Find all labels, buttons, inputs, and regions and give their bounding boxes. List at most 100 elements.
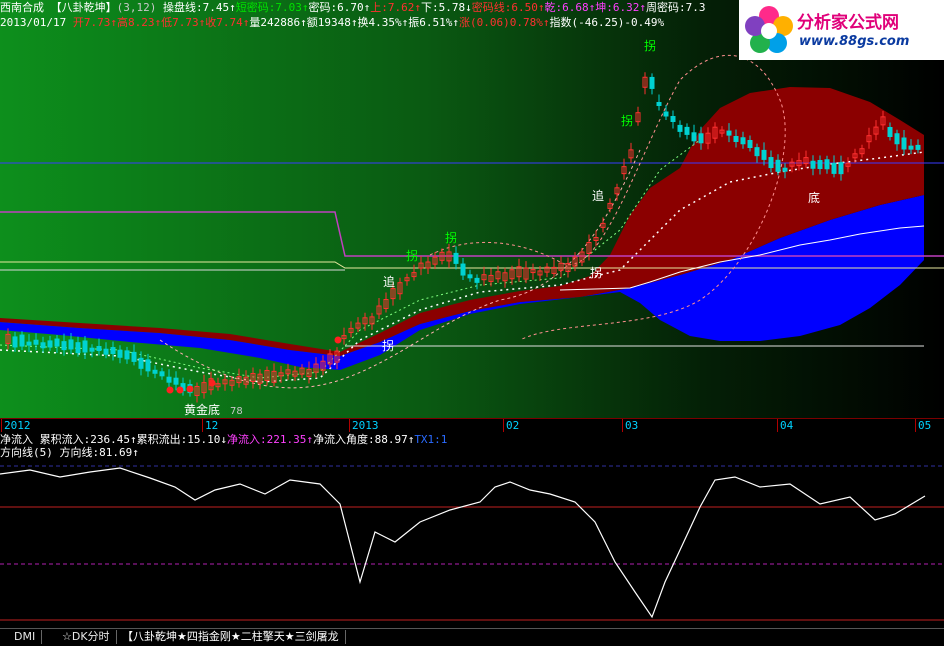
candle-body (40, 342, 46, 349)
tab-dk-timeshare[interactable]: ☆DK分时 (56, 630, 117, 644)
indicator-header-1: 净流入 累积流入:236.45↑累积流出:15.10↓净流入:221.35↑净流… (0, 433, 447, 446)
candle-body (47, 340, 53, 348)
header-line1-item: 下:5.78↓ (420, 1, 472, 14)
indicator-line1-item: 累积流入:236.45↑ (39, 433, 137, 446)
logo-url: www.88gs.com (799, 34, 910, 49)
axis-label: 2012 (1, 419, 31, 432)
candle-body (817, 160, 823, 169)
candle-body (75, 342, 81, 354)
annotation-chase: 追 (592, 188, 604, 203)
indicator-line1-item: 净流入:221.35↑ (226, 433, 313, 446)
annotation-chase: 追 (383, 274, 395, 289)
candle-body (670, 116, 676, 122)
header-line2-item: 指数(-46.25)-0.49% (549, 16, 665, 29)
candle-body (33, 339, 39, 345)
header-line-2: 2013/01/17 开7.73↑高8.23↑低7.73↑收7.74↑量2428… (0, 16, 664, 29)
candle-body (117, 349, 123, 358)
candle-body (173, 377, 179, 385)
axis-label: 2013 (349, 419, 379, 432)
annotation-turn: 拐 (590, 265, 602, 280)
candle-body (768, 157, 774, 169)
header-line2-item: 低7.73↑ (161, 16, 206, 29)
tab-bagua[interactable]: 【八卦乾坤★四指金刚★二柱擎天★三剑屠龙 (116, 630, 346, 644)
annotation-turn: 拐 (621, 113, 633, 128)
candle-body (159, 371, 165, 377)
candle-body (453, 252, 459, 264)
candle-body (810, 160, 816, 169)
header-line1-item: 周密码:7.3 (645, 1, 706, 14)
annotation-turn: 拐 (644, 38, 656, 53)
candle-body (110, 347, 116, 355)
candle-body (747, 140, 753, 148)
signal-marker (334, 336, 342, 344)
indicator-header-2: 方向线(5) 方向线:81.69↑ (0, 446, 139, 459)
candle-body (663, 111, 669, 117)
candle-body (467, 274, 473, 279)
header-line1-item: 密码线:6.50↑ (471, 1, 545, 14)
header-line2-item: 量242886↑ (249, 16, 307, 29)
candle-body (649, 76, 655, 89)
candle-body (166, 376, 172, 383)
axis-label: 02 (502, 419, 520, 432)
annotation-bottom: 底 (808, 190, 820, 205)
site-logo: 分析家公式网 www.88gs.com (739, 0, 944, 60)
indicator-chart[interactable] (0, 432, 944, 627)
candle-body (145, 359, 151, 372)
header-line2-item: 涨(0.06)0.78%↑ (458, 16, 550, 29)
candle-body (831, 162, 837, 174)
candle-body (460, 263, 466, 276)
header-line2-item: 收7.74↑ (205, 16, 250, 29)
annotation-value: 78 (230, 406, 243, 417)
candle-body (152, 369, 158, 374)
candle-body (103, 348, 109, 355)
candle-body (54, 338, 60, 347)
candle-body (61, 341, 67, 351)
header-line2-item: 高8.23↑ (116, 16, 162, 29)
candle-body (887, 127, 893, 137)
candle-body (474, 277, 480, 283)
candle-body (138, 357, 144, 369)
tab-dmi[interactable]: DMI (8, 630, 43, 644)
candle-body (131, 351, 137, 362)
logo-brand: 分析家公式网 (797, 13, 899, 33)
candle-body (761, 149, 767, 160)
axis-label: 12 (201, 419, 219, 432)
candle-body (89, 347, 95, 352)
candle-body (754, 147, 760, 157)
candle-body (740, 137, 746, 145)
candle-body (656, 102, 662, 106)
header-line1-item: 乾:6.68↑ (544, 1, 596, 14)
price-chart[interactable]: 拐 拐 拐 拐 追 追 拐 拐 底 黄金底 78 (0, 0, 944, 418)
header-line1-item: 西南合成 (0, 1, 51, 14)
header-line1-item: (3,12) (116, 1, 163, 14)
header-line1-item: 操盘线:7.45↑ (162, 1, 236, 14)
header-line1-item: 密码:6.70↑ (308, 1, 371, 14)
candle-body (915, 144, 921, 150)
indicator-line1-item: 净流入 (0, 433, 40, 446)
header-line1-item: 上:7.62↑ (370, 1, 421, 14)
indicator-tab-bar: DMI ☆DK分时 【八卦乾坤★四指金刚★二柱擎天★三剑屠龙 (0, 628, 944, 646)
candle-body (908, 145, 914, 150)
header-line2-item: 2013/01/17 (0, 16, 73, 29)
flower-logo-icon (745, 6, 793, 53)
annotation-turn: 拐 (406, 248, 418, 263)
header-line-1: 西南合成 【八卦乾坤】(3,12) 操盘线:7.45↑短密码:7.03↑密码:6… (0, 1, 705, 14)
candle-body (677, 124, 683, 132)
header-line2-item: 额19348↑ (306, 16, 358, 29)
annotation-turn: 拐 (382, 338, 394, 353)
candle-body (824, 159, 830, 170)
signal-marker (166, 386, 174, 394)
candle-body (691, 132, 697, 142)
candle-body (96, 346, 102, 352)
signal-marker (186, 385, 194, 393)
candle-body (82, 340, 88, 353)
candle-body (68, 339, 74, 350)
candle-body (901, 137, 907, 150)
candle-body (12, 336, 18, 348)
axis-label: 05 (914, 419, 932, 432)
candle-body (775, 159, 781, 172)
candle-body (838, 162, 844, 175)
indicator-line1-item: TX1:1 (414, 433, 448, 446)
header-line1-item: 坤:6.32↑ (595, 1, 646, 14)
header-line2-item: 振6.51%↑ (408, 16, 459, 29)
